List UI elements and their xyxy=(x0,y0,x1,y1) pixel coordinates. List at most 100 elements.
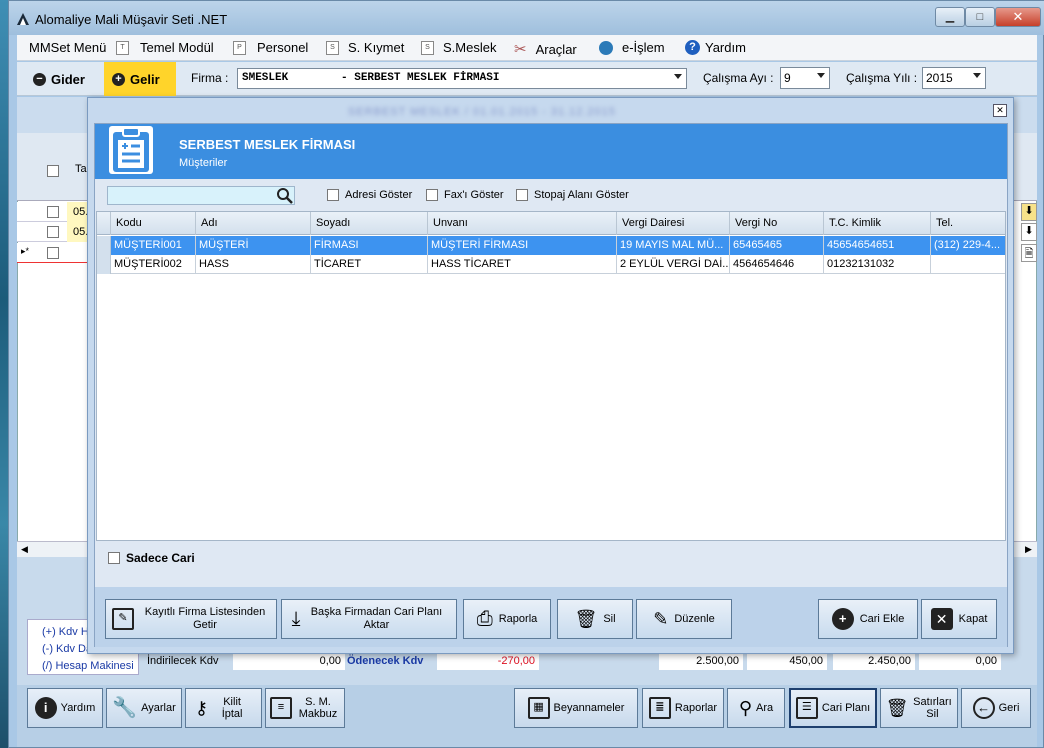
kapat-button[interactable]: ✕ Kapat xyxy=(921,599,997,639)
arrow-down-icon[interactable]: ⬇ xyxy=(1021,223,1037,241)
search-input[interactable] xyxy=(107,186,295,205)
customer-dialog: SERBEST MESLEK / 01.01.2015 - 31.12.2015… xyxy=(87,97,1014,654)
cell-adi: HASS xyxy=(196,255,311,274)
search-icon[interactable] xyxy=(277,188,293,207)
menu-bar: MMSet Menü T Temel Modül P Personel S S. Kı… xyxy=(17,35,1037,61)
trash-icon: 🗑 xyxy=(574,608,598,629)
module-icon: S xyxy=(421,40,434,55)
duzenle-button[interactable]: ✎ Düzenle xyxy=(636,599,732,639)
column-header-tel[interactable]: Tel. xyxy=(931,212,1005,235)
menu-e-islem[interactable]: e-İşlem xyxy=(599,40,665,55)
chevron-down-icon xyxy=(817,73,825,78)
adresi-goster-option[interactable]: Adresi Göster xyxy=(327,189,412,201)
indirilecek-kdv-label: İndirilecek Kdv xyxy=(147,655,219,667)
list-edit-icon: ✎ xyxy=(112,608,134,630)
cell-vergi-dairesi: 2 EYLÜL VERGİ DAİ... xyxy=(617,255,730,274)
ara-button[interactable]: ⚲ Ara xyxy=(727,688,785,728)
menu-temel-modul[interactable]: T Temel Modül xyxy=(116,40,214,55)
calisma-yili-select[interactable]: 2015 xyxy=(922,67,986,89)
odenecek-kdv-value: -270,00 xyxy=(437,653,539,670)
stopaj-goster-option[interactable]: Stopaj Alanı Göster xyxy=(516,189,629,201)
minimize-button[interactable]: ▁ xyxy=(935,7,965,27)
raporla-button[interactable]: ⎙ Raporla xyxy=(463,599,551,639)
geri-button[interactable]: ← Geri xyxy=(961,688,1031,728)
filter-row: Adresi Göster Fax'ı Göster Stopaj Alanı … xyxy=(95,179,1007,211)
cari-plani-button[interactable]: ☰ Cari Planı xyxy=(789,688,877,728)
back-arrow-icon: ← xyxy=(972,697,995,719)
gelir-button[interactable]: + Gelir xyxy=(104,62,176,96)
raporlar-button[interactable]: ≣ Raporlar xyxy=(642,688,724,728)
column-header-soyadi[interactable]: Soyadı xyxy=(311,212,428,235)
dialog-close-icon[interactable]: ✕ xyxy=(993,104,1007,117)
receipt-icon: ≡ xyxy=(270,697,292,719)
gider-button[interactable]: − Gider xyxy=(25,62,101,96)
row-checkbox[interactable] xyxy=(47,247,59,259)
table-row[interactable]: MÜŞTERİ001 MÜŞTERİ FİRMASI MÜŞTERİ FİRMA… xyxy=(97,236,1005,255)
menu-s-kiymet[interactable]: S S. Kıymet xyxy=(326,40,404,55)
plus-icon: + xyxy=(112,72,125,86)
scroll-right-icon[interactable]: ▶ xyxy=(1025,544,1032,555)
row-checkbox[interactable] xyxy=(47,206,59,218)
maximize-button[interactable]: □ xyxy=(965,7,995,27)
row-indicator xyxy=(97,236,111,255)
download-icon: ⤓ xyxy=(291,607,301,630)
sil-button[interactable]: 🗑 Sil xyxy=(557,599,633,639)
column-header-unvani[interactable]: Unvanı xyxy=(428,212,617,235)
fax-goster-option[interactable]: Fax'ı Göster xyxy=(426,189,504,201)
menu-personel[interactable]: P Personel xyxy=(233,40,308,55)
close-window-button[interactable]: ✕ xyxy=(995,7,1041,27)
yardim-button[interactable]: i Yardım xyxy=(27,688,103,728)
calisma-yili-label: Çalışma Yılı : xyxy=(846,71,918,85)
column-header-tc-kimlik[interactable]: T.C. Kimlik xyxy=(824,212,931,235)
column-header-adi[interactable]: Adı xyxy=(196,212,311,235)
pencil-icon: ✎ xyxy=(653,608,669,629)
cell-adi: MÜŞTERİ xyxy=(196,236,311,255)
sadece-cari-option[interactable]: Sadece Cari xyxy=(108,551,195,565)
row-indicator xyxy=(97,255,111,274)
firma-select[interactable]: SMESLEK - SERBEST MESLEK FİRMASI xyxy=(237,68,687,89)
menu-araclar[interactable]: ✂ Araçlar xyxy=(514,40,577,58)
row-checkbox[interactable] xyxy=(47,226,59,238)
select-all-checkbox[interactable] xyxy=(47,165,59,177)
beyannameler-button[interactable]: ▦ Beyannameler xyxy=(514,688,638,728)
kayitli-firma-button[interactable]: ✎ Kayıtlı Firma Listesinden Getir xyxy=(105,599,277,639)
column-header-kodu[interactable]: Kodu xyxy=(111,212,196,235)
fax-goster-checkbox[interactable] xyxy=(426,189,438,201)
chevron-down-icon xyxy=(674,74,682,79)
adresi-goster-checkbox[interactable] xyxy=(327,189,339,201)
hesap-makinesi-link[interactable]: (/) Hesap Makinesi xyxy=(42,658,138,675)
cell-vergi-no: 4564654646 xyxy=(730,255,824,274)
info-icon: i xyxy=(34,697,57,719)
kilit-iptal-button[interactable]: ⚷ Kilit İptal xyxy=(185,688,262,728)
cell-tel xyxy=(931,255,1005,274)
calisma-ayi-select[interactable]: 9 xyxy=(780,67,830,89)
baska-firmadan-button[interactable]: ⤓ Başka Firmadan Cari Planı Aktar xyxy=(281,599,457,639)
document-icon[interactable]: 🗎 xyxy=(1021,244,1037,262)
column-header-tarih: Ta xyxy=(75,163,87,175)
satirlari-sil-button[interactable]: 🗑 Satırları Sil xyxy=(880,688,958,728)
scroll-left-icon[interactable]: ◀ xyxy=(21,544,28,555)
cari-ekle-button[interactable]: + Cari Ekle xyxy=(818,599,918,639)
menu-mmset[interactable]: MMSet Menü xyxy=(29,40,106,55)
wrench-icon: 🔧 xyxy=(112,697,138,719)
stopaj-goster-checkbox[interactable] xyxy=(516,189,528,201)
odenecek-kdv-label: Ödenecek Kdv xyxy=(347,655,424,667)
sadece-cari-checkbox[interactable] xyxy=(108,552,120,564)
column-header-vergi-no[interactable]: Vergi No xyxy=(730,212,824,235)
column-header-vergi-dairesi[interactable]: Vergi Dairesi xyxy=(617,212,730,235)
clipboard-list-icon xyxy=(109,126,153,174)
chevron-down-icon xyxy=(973,73,981,78)
arrow-down-icon[interactable]: ⬇ xyxy=(1021,203,1037,221)
period-title: SERBEST MESLEK / 01.01.2015 - 31.12.2015 xyxy=(348,106,616,118)
printer-icon: ⎙ xyxy=(476,607,493,630)
add-icon: + xyxy=(831,608,854,630)
menu-s-meslek[interactable]: S S.Meslek xyxy=(421,40,496,55)
table-row[interactable]: MÜŞTERİ002 HASS TİCARET HASS TİCARET 2 E… xyxy=(97,255,1005,274)
menu-yardim[interactable]: ? Yardım xyxy=(685,40,746,55)
total-value: 0,00 xyxy=(919,653,1001,670)
ayarlar-button[interactable]: 🔧 Ayarlar xyxy=(106,688,182,728)
calendar-icon: ▦ xyxy=(527,697,550,719)
sm-makbuz-button[interactable]: ≡ S. M. Makbuz xyxy=(265,688,345,728)
search-icon: ⚲ xyxy=(738,698,753,718)
cell-kodu: MÜŞTERİ002 xyxy=(111,255,196,274)
